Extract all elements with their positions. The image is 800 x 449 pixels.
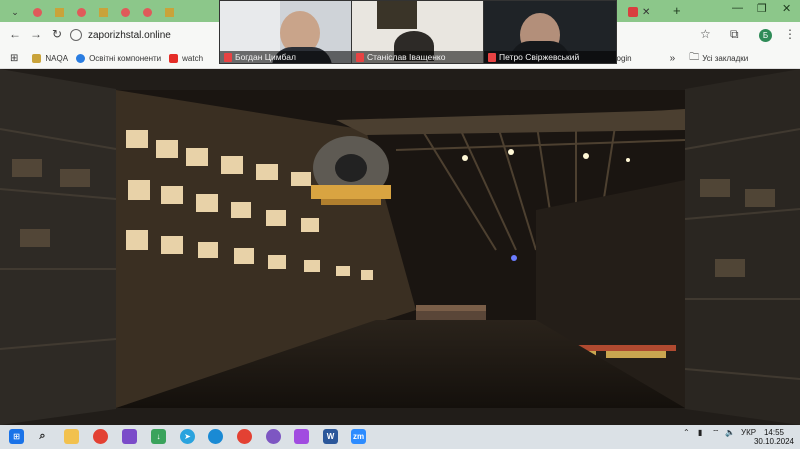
participant-tile-2[interactable]: Станіслав Іващенко <box>351 0 485 64</box>
forward-button[interactable]: → <box>30 27 42 41</box>
chrome-icon-2[interactable] <box>237 429 252 444</box>
more-bookmarks-icon[interactable]: » <box>670 53 676 64</box>
zoom-icon[interactable]: zm <box>351 429 366 444</box>
tab-7[interactable] <box>160 4 178 20</box>
wifi-icon[interactable]: ⌔ <box>712 428 720 438</box>
participant-tile-3[interactable]: Петро Свіржевський <box>483 0 617 64</box>
naqa-icon <box>32 53 42 63</box>
clock-time: 14:55 <box>763 428 784 437</box>
participant-name: Петро Свіржевський <box>499 52 580 62</box>
browser-menu-kebab-icon[interactable]: ⋮ <box>784 27 796 41</box>
bookmark-globe-icon <box>76 53 86 63</box>
tray-chevron-icon[interactable]: ⌃ <box>683 428 690 437</box>
bookmark-osvitni[interactable]: Освітні компоненти <box>76 53 161 63</box>
mic-muted-icon <box>224 52 232 62</box>
tab-3[interactable] <box>72 4 90 20</box>
tab-active-right[interactable]: ✕ <box>628 3 650 21</box>
close-window-icon[interactable]: ✕ <box>782 2 791 15</box>
download-icon[interactable]: ↓ <box>151 429 166 444</box>
browser-menu-icon[interactable]: ⌄ <box>6 4 24 20</box>
factory-photo <box>116 90 685 408</box>
tab-5[interactable] <box>116 4 134 20</box>
search-icon[interactable]: ⌕ <box>35 429 50 444</box>
bookmark-watch[interactable]: watch <box>169 53 203 63</box>
reload-button[interactable]: ↻ <box>52 27 62 41</box>
page-stage <box>0 69 800 425</box>
tray-app-icon[interactable]: ▮ <box>698 428 702 437</box>
close-tab-icon[interactable]: ✕ <box>642 7 650 18</box>
url-text: zaporizhstal.online <box>88 29 171 41</box>
app-icon[interactable] <box>294 429 309 444</box>
tab-2[interactable] <box>50 4 68 20</box>
unknown-app-icon[interactable] <box>122 429 137 444</box>
bookmark-naqa[interactable]: NAQA <box>32 53 68 63</box>
site-info-icon[interactable] <box>70 29 82 41</box>
apps-grid-icon[interactable]: ⊞ <box>10 53 18 64</box>
mic-muted-icon <box>488 52 496 62</box>
system-clock[interactable]: 14:55 30.10.2024 <box>754 428 794 446</box>
tab-4[interactable] <box>94 4 112 20</box>
url-field[interactable]: zaporizhstal.online <box>70 27 230 43</box>
telegram-icon[interactable]: ➤ <box>180 429 195 444</box>
tab-1[interactable] <box>28 4 46 20</box>
maximize-icon[interactable]: ❐ <box>757 2 767 15</box>
profile-avatar[interactable]: Б <box>759 29 772 42</box>
viber-icon[interactable] <box>266 429 281 444</box>
tab-6[interactable] <box>138 4 156 20</box>
new-tab-button[interactable]: + <box>673 3 681 18</box>
back-button[interactable]: ← <box>9 27 21 41</box>
all-bookmarks-folder[interactable]: 🗀 Усі закладки <box>689 50 748 67</box>
tab-favicon-icon <box>628 7 638 17</box>
participant-name: Богдан Цимбал <box>235 52 296 62</box>
bookmark-star-icon[interactable]: ☆ <box>700 27 711 41</box>
clock-date: 30.10.2024 <box>753 437 794 446</box>
chrome-icon[interactable] <box>93 429 108 444</box>
volume-icon[interactable]: 🔈 <box>725 428 735 437</box>
extensions-icon[interactable]: ⧉ <box>730 27 739 42</box>
windows-taskbar <box>0 425 800 449</box>
word-icon[interactable]: W <box>323 429 338 444</box>
edge-icon[interactable] <box>208 429 223 444</box>
participant-tile-1[interactable]: Богдан Цимбал <box>219 0 353 64</box>
mic-muted-icon <box>356 52 364 62</box>
file-explorer-icon[interactable] <box>64 429 79 444</box>
minimize-icon[interactable]: — <box>732 2 743 14</box>
participant-name: Станіслав Іващенко <box>367 52 446 62</box>
browser-tabs: ⌄ <box>6 3 178 21</box>
windows-start-icon[interactable]: ⊞ <box>9 429 24 444</box>
folder-icon: 🗀 <box>689 51 700 63</box>
youtube-icon <box>169 53 179 63</box>
